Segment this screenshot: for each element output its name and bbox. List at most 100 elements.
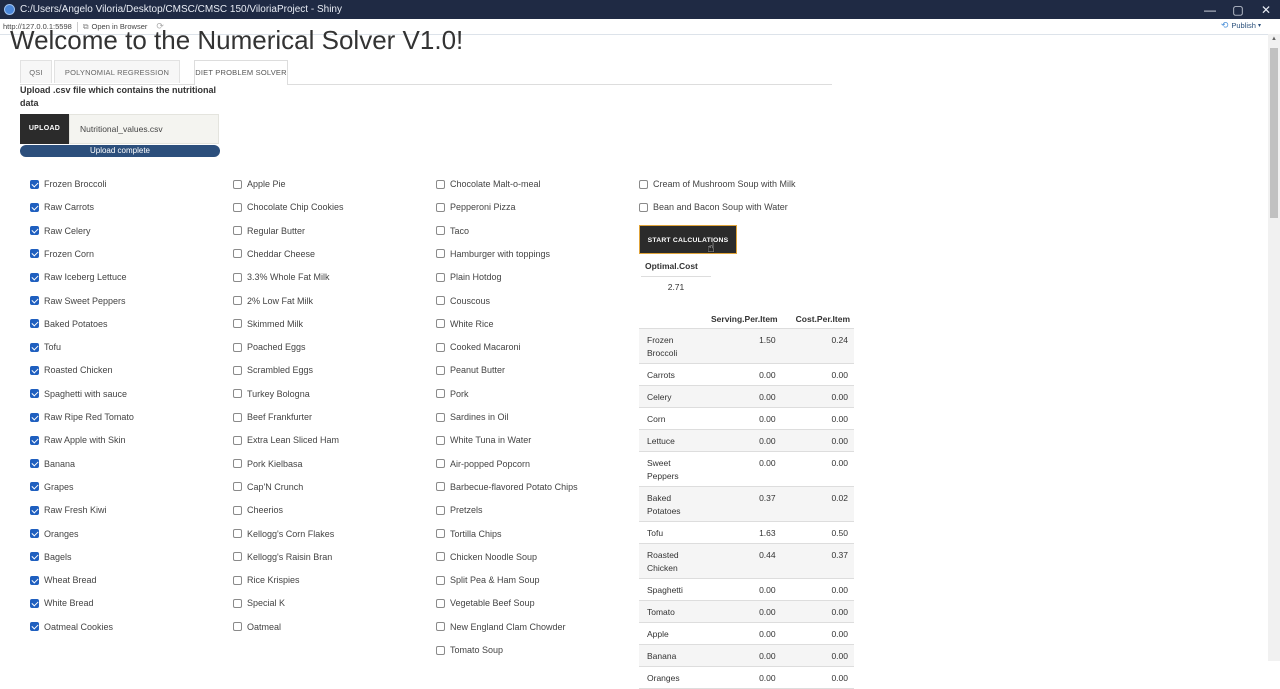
food-checkbox-item[interactable]: Chicken Noodle Soup [436, 550, 537, 564]
food-checkbox-item[interactable]: Raw Carrots [30, 200, 94, 214]
food-checkbox-item[interactable]: New England Clam Chowder [436, 620, 566, 634]
checkbox-unchecked-icon[interactable] [436, 482, 445, 492]
checkbox-unchecked-icon[interactable] [233, 552, 242, 562]
checkbox-unchecked-icon[interactable] [639, 179, 648, 189]
page-scrollbar[interactable]: ▲ [1268, 34, 1280, 661]
checkbox-unchecked-icon[interactable] [639, 202, 648, 212]
checkbox-unchecked-icon[interactable] [233, 319, 242, 329]
food-checkbox-item[interactable]: Raw Iceberg Lettuce [30, 270, 127, 284]
checkbox-unchecked-icon[interactable] [233, 598, 242, 608]
checkbox-checked-icon[interactable] [30, 272, 39, 282]
checkbox-unchecked-icon[interactable] [233, 365, 242, 375]
checkbox-unchecked-icon[interactable] [233, 575, 242, 585]
checkbox-unchecked-icon[interactable] [436, 435, 445, 445]
scrollbar-thumb[interactable] [1270, 48, 1278, 218]
checkbox-unchecked-icon[interactable] [436, 622, 445, 632]
checkbox-unchecked-icon[interactable] [233, 226, 242, 236]
food-checkbox-item[interactable]: Cheerios [233, 503, 283, 517]
food-checkbox-item[interactable]: Apple Pie [233, 177, 286, 191]
food-checkbox-item[interactable]: Oranges [30, 527, 79, 541]
food-checkbox-item[interactable]: Tortilla Chips [436, 527, 502, 541]
food-checkbox-item[interactable]: Sardines in Oil [436, 410, 509, 424]
checkbox-unchecked-icon[interactable] [436, 226, 445, 236]
checkbox-unchecked-icon[interactable] [233, 179, 242, 189]
close-icon[interactable]: ✕ [1252, 3, 1280, 17]
checkbox-unchecked-icon[interactable] [436, 342, 445, 352]
checkbox-checked-icon[interactable] [30, 296, 39, 305]
food-checkbox-item[interactable]: Couscous [436, 294, 490, 308]
checkbox-checked-icon[interactable] [30, 482, 39, 492]
checkbox-checked-icon[interactable] [30, 202, 39, 212]
checkbox-unchecked-icon[interactable] [436, 552, 445, 562]
checkbox-checked-icon[interactable] [30, 505, 39, 515]
food-checkbox-item[interactable]: Banana [30, 457, 75, 471]
checkbox-unchecked-icon[interactable] [233, 459, 242, 469]
checkbox-checked-icon[interactable] [30, 389, 39, 399]
checkbox-unchecked-icon[interactable] [233, 435, 242, 445]
checkbox-checked-icon[interactable] [30, 249, 39, 259]
food-checkbox-item[interactable]: Oatmeal [233, 620, 281, 634]
food-checkbox-item[interactable]: Roasted Chicken [30, 363, 113, 377]
checkbox-unchecked-icon[interactable] [436, 575, 445, 585]
food-checkbox-item[interactable]: Barbecue-flavored Potato Chips [436, 480, 578, 494]
checkbox-checked-icon[interactable] [30, 459, 39, 469]
food-checkbox-item[interactable]: Beef Frankfurter [233, 410, 312, 424]
checkbox-checked-icon[interactable] [30, 412, 39, 422]
food-checkbox-item[interactable]: Spaghetti with sauce [30, 387, 127, 401]
checkbox-unchecked-icon[interactable] [436, 505, 445, 515]
maximize-icon[interactable]: ▢ [1224, 3, 1252, 17]
checkbox-unchecked-icon[interactable] [436, 272, 445, 282]
checkbox-checked-icon[interactable] [30, 529, 39, 538]
food-checkbox-item[interactable]: Special K [233, 596, 285, 610]
food-checkbox-item[interactable]: Frozen Corn [30, 247, 94, 261]
food-checkbox-item[interactable]: Frozen Broccoli [30, 177, 107, 191]
checkbox-unchecked-icon[interactable] [233, 342, 242, 352]
food-checkbox-item[interactable]: Air-popped Popcorn [436, 457, 530, 471]
food-checkbox-item[interactable]: Chocolate Malt-o-meal [436, 177, 541, 191]
checkbox-checked-icon[interactable] [30, 319, 39, 329]
checkbox-unchecked-icon[interactable] [436, 389, 445, 399]
food-checkbox-item[interactable]: Pepperoni Pizza [436, 200, 516, 214]
checkbox-unchecked-icon[interactable] [233, 412, 242, 422]
food-checkbox-item[interactable]: Cheddar Cheese [233, 247, 315, 261]
checkbox-checked-icon[interactable] [30, 365, 39, 375]
checkbox-checked-icon[interactable] [30, 622, 39, 632]
food-checkbox-item[interactable]: Cream of Mushroom Soup with Milk [639, 177, 796, 191]
start-calculations-button[interactable]: START CALCULATIONS [639, 225, 737, 254]
food-checkbox-item[interactable]: Kellogg's Raisin Bran [233, 550, 332, 564]
publish-button[interactable]: ⟲ Publish ▾ [1221, 20, 1261, 31]
food-checkbox-item[interactable]: Oatmeal Cookies [30, 620, 113, 634]
food-checkbox-item[interactable]: Split Pea & Ham Soup [436, 573, 540, 587]
food-checkbox-item[interactable]: Peanut Butter [436, 363, 505, 377]
food-checkbox-item[interactable]: Raw Fresh Kiwi [30, 503, 107, 517]
food-checkbox-item[interactable]: Vegetable Beef Soup [436, 596, 535, 610]
food-checkbox-item[interactable]: Pork Kielbasa [233, 457, 303, 471]
tab-polynomial-regression[interactable]: POLYNOMIAL REGRESSION [54, 60, 180, 83]
checkbox-unchecked-icon[interactable] [436, 202, 445, 212]
food-checkbox-item[interactable]: Plain Hotdog [436, 270, 502, 284]
food-checkbox-item[interactable]: Tofu [30, 340, 61, 354]
food-checkbox-item[interactable]: Regular Butter [233, 224, 305, 238]
food-checkbox-item[interactable]: Rice Krispies [233, 573, 300, 587]
checkbox-unchecked-icon[interactable] [233, 505, 242, 515]
food-checkbox-item[interactable]: Pork [436, 387, 469, 401]
food-checkbox-item[interactable]: Scrambled Eggs [233, 363, 313, 377]
scroll-up-icon[interactable]: ▲ [1268, 36, 1280, 42]
checkbox-unchecked-icon[interactable] [233, 529, 242, 538]
checkbox-checked-icon[interactable] [30, 226, 39, 236]
food-checkbox-item[interactable]: Turkey Bologna [233, 387, 310, 401]
tab-qsi[interactable]: QSI [20, 60, 52, 83]
food-checkbox-item[interactable]: Hamburger with toppings [436, 247, 550, 261]
upload-button[interactable]: UPLOAD [20, 114, 69, 144]
food-checkbox-item[interactable]: White Rice [436, 317, 494, 331]
food-checkbox-item[interactable]: Bean and Bacon Soup with Water [639, 200, 788, 214]
checkbox-unchecked-icon[interactable] [233, 202, 242, 212]
checkbox-checked-icon[interactable] [30, 575, 39, 585]
food-checkbox-item[interactable]: Wheat Bread [30, 573, 97, 587]
checkbox-checked-icon[interactable] [30, 435, 39, 445]
file-name-field[interactable]: Nutritional_values.csv [69, 114, 219, 144]
checkbox-checked-icon[interactable] [30, 552, 39, 562]
checkbox-unchecked-icon[interactable] [436, 249, 445, 259]
food-checkbox-item[interactable]: Kellogg's Corn Flakes [233, 527, 334, 541]
food-checkbox-item[interactable]: Poached Eggs [233, 340, 306, 354]
